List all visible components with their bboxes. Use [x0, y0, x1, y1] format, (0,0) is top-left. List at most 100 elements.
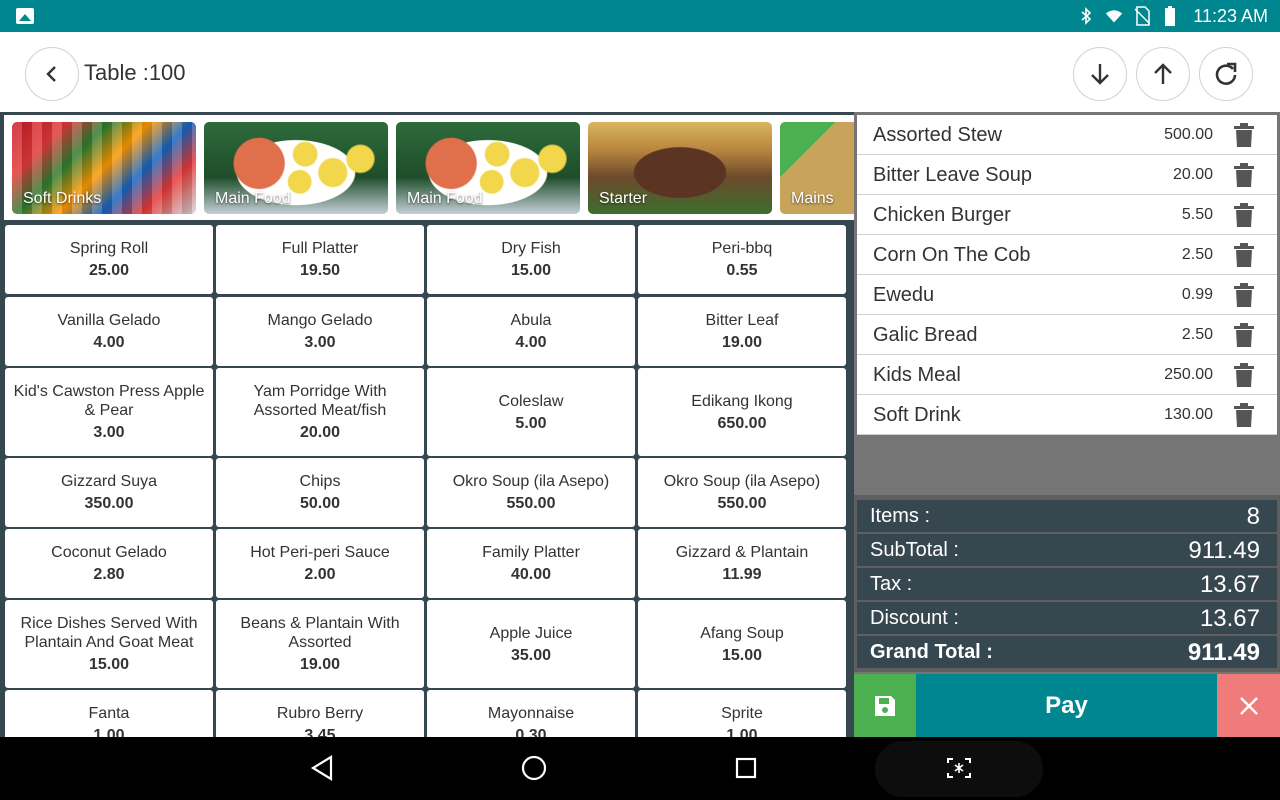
menu-item-button[interactable]: Gizzard Suya 350.00	[5, 458, 213, 527]
pay-button[interactable]: Pay	[916, 674, 1217, 737]
menu-item-name: Vanilla Gelado	[57, 312, 161, 329]
menu-item-button[interactable]: Sprite 1.00	[638, 690, 846, 737]
trash-icon[interactable]	[1233, 363, 1255, 387]
trash-icon[interactable]	[1233, 163, 1255, 187]
menu-item-name: Fanta	[88, 705, 130, 722]
nav-back-button[interactable]	[305, 751, 339, 785]
menu-item-button[interactable]: Rubro Berry 3.45	[216, 690, 424, 737]
order-item-name: Assorted Stew	[873, 124, 1002, 146]
trash-icon[interactable]	[1233, 123, 1255, 147]
menu-item-button[interactable]: Coconut Gelado 2.80	[5, 529, 213, 598]
category-tile[interactable]: Main Food	[204, 122, 388, 214]
menu-item-price: 0.30	[515, 727, 547, 737]
menu-item-name: Hot Peri-peri Sauce	[250, 544, 390, 561]
save-button[interactable]	[854, 674, 916, 737]
trash-icon[interactable]	[1233, 243, 1255, 267]
order-row[interactable]: Bitter Leave Soup 20.00	[857, 155, 1277, 195]
arrow-up-icon	[1154, 63, 1172, 84]
back-button[interactable]	[25, 47, 79, 101]
order-row[interactable]: Galic Bread 2.50	[857, 315, 1277, 355]
category-tile[interactable]: Mains	[780, 122, 854, 214]
cancel-button[interactable]	[1217, 674, 1280, 737]
menu-item-name: Rubro Berry	[276, 705, 364, 722]
menu-item-button[interactable]: Vanilla Gelado 4.00	[5, 297, 213, 366]
menu-item-button[interactable]: Apple Juice 35.00	[427, 600, 635, 688]
menu-item-button[interactable]: Hot Peri-peri Sauce 2.00	[216, 529, 424, 598]
menu-item-price: 5.00	[515, 414, 547, 432]
menu-item-price: 35.00	[510, 646, 552, 664]
order-item-name: Galic Bread	[873, 324, 978, 346]
nav-screenshot-button[interactable]	[942, 751, 976, 785]
menu-item-button[interactable]: Edikang Ikong 650.00	[638, 368, 846, 456]
system-nav-bar	[0, 737, 1280, 800]
order-row[interactable]: Ewedu 0.99	[857, 275, 1277, 315]
menu-item-price: 19.00	[299, 656, 341, 673]
total-value: 911.49	[1187, 639, 1260, 666]
nav-recents-button[interactable]	[729, 751, 763, 785]
category-tile[interactable]: Main Food	[396, 122, 580, 214]
menu-item-price: 550.00	[506, 495, 556, 512]
menu-item-button[interactable]: Bitter Leaf 19.00	[638, 297, 846, 366]
menu-item-name: Beans & Plantain With Assorted	[240, 615, 400, 651]
menu-item-price: 4.00	[515, 334, 547, 351]
menu-item-button[interactable]: Okro Soup (ila Asepo) 550.00	[427, 458, 635, 527]
menu-item-name: Peri-bbq	[711, 240, 773, 257]
menu-item-button[interactable]: Peri-bbq 0.55	[638, 225, 846, 294]
scroll-up-button[interactable]	[1136, 47, 1190, 101]
menu-item-price: 19.00	[721, 334, 763, 351]
trash-icon[interactable]	[1233, 203, 1255, 227]
trash-icon[interactable]	[1233, 283, 1255, 307]
scroll-down-button[interactable]	[1073, 47, 1127, 101]
order-panel: Assorted Stew 500.00 Bitter Leave Soup 20.0…	[854, 112, 1280, 737]
menu-item-button[interactable]: Abula 4.00	[427, 297, 635, 366]
menu-item-button[interactable]: Dry Fish 15.00	[427, 225, 635, 294]
menu-item-button[interactable]: Beans & Plantain With Assorted 19.00	[216, 600, 424, 688]
menu-item-button[interactable]: Gizzard & Plantain 11.99	[638, 529, 846, 598]
category-label: Main Food	[215, 190, 291, 207]
menu-item-price: 550.00	[717, 495, 767, 512]
triangle-back-icon	[310, 755, 333, 781]
trash-icon[interactable]	[1233, 403, 1255, 427]
menu-item-button[interactable]: Mayonnaise 0.30	[427, 690, 635, 737]
menu-item-button[interactable]: Yam Porridge With Assorted Meat/fish 20.0…	[216, 368, 424, 456]
chevron-left-icon	[46, 66, 56, 82]
menu-item-price: 2.00	[304, 566, 336, 583]
menu-item-name: Coleslaw	[498, 392, 564, 410]
menu-item-button[interactable]: Full Platter 19.50	[216, 225, 424, 294]
category-tile[interactable]: Soft Drinks	[12, 122, 196, 214]
menu-item-price: 650.00	[717, 414, 767, 432]
order-row[interactable]: Corn On The Cob 2.50	[857, 235, 1277, 275]
menu-item-button[interactable]: Family Platter 40.00	[427, 529, 635, 598]
menu-item-name: Coconut Gelado	[51, 544, 167, 561]
category-tile[interactable]: Starter	[588, 122, 772, 214]
menu-item-button[interactable]: Okro Soup (ila Asepo) 550.00	[638, 458, 846, 527]
menu-item-button[interactable]: Rice Dishes Served With Plantain And Goa…	[5, 600, 213, 688]
trash-icon[interactable]	[1233, 323, 1255, 347]
menu-item-name: Yam Porridge With Assorted Meat/fish	[253, 383, 387, 419]
refresh-icon	[1215, 62, 1237, 85]
menu-item-name: Okro Soup (ila Asepo)	[452, 473, 610, 490]
menu-item-button[interactable]: Mango Gelado 3.00	[216, 297, 424, 366]
menu-item-button[interactable]: Kid's Cawston Press Apple & Pear 3.00	[5, 368, 213, 456]
menu-item-button[interactable]: Chips 50.00	[216, 458, 424, 527]
order-row[interactable]: Kids Meal 250.00	[857, 355, 1277, 395]
square-recents-icon	[735, 757, 757, 779]
total-row: Tax : 13.67	[857, 568, 1277, 600]
menu-item-price: 0.55	[726, 262, 758, 279]
menu-item-button[interactable]: Afang Soup 15.00	[638, 600, 846, 688]
order-item-name: Kids Meal	[873, 364, 961, 386]
order-row[interactable]: Chicken Burger 5.50	[857, 195, 1277, 235]
total-row: SubTotal : 911.49	[857, 534, 1277, 566]
refresh-button[interactable]	[1199, 47, 1253, 101]
menu-item-button[interactable]: Coleslaw 5.00	[427, 368, 635, 456]
menu-item-price: 3.00	[93, 424, 125, 441]
total-label: Items :	[870, 505, 931, 527]
order-row[interactable]: Soft Drink 130.00	[857, 395, 1277, 435]
order-item-name: Corn On The Cob	[873, 244, 1031, 266]
nav-home-button[interactable]	[517, 751, 551, 785]
menu-item-button[interactable]: Spring Roll 25.00	[5, 225, 213, 294]
total-row: Discount : 13.67	[857, 602, 1277, 634]
total-label: Grand Total :	[870, 641, 993, 663]
menu-item-button[interactable]: Fanta 1.00	[5, 690, 213, 737]
order-row[interactable]: Assorted Stew 500.00	[857, 115, 1277, 155]
